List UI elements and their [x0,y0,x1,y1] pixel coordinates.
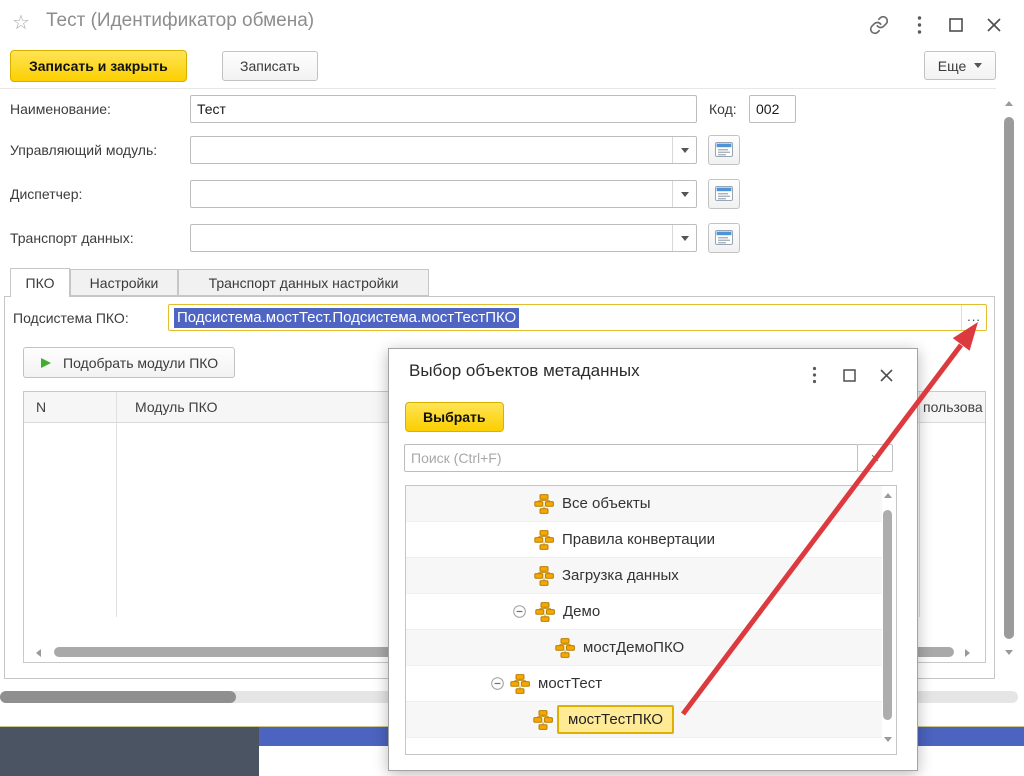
vscroll-up-arrow[interactable] [1005,101,1013,106]
subsystem-icon [510,674,530,694]
more-button[interactable]: Еще [924,51,996,80]
column-separator [116,392,117,617]
chevron-down-icon [680,147,689,153]
tree-item-most-test-pko[interactable]: мостТестПКО [406,702,882,738]
subsystem-field[interactable]: Подсистема.мостТест.Подсистема.мостТестП… [168,304,987,331]
play-icon [41,357,51,368]
tree-scroll-up-arrow[interactable] [884,493,892,498]
module-open-form-button[interactable] [708,135,740,165]
tree-item-demo[interactable]: Демо [406,594,882,630]
search-clear-button[interactable]: × [857,444,893,472]
module-combo-arrow[interactable] [672,137,696,163]
column-header-user[interactable]: пользова [923,392,985,423]
background-dark-panel [0,727,259,776]
subsystem-icon [534,566,554,586]
collapse-icon[interactable] [513,605,527,619]
screen: ☆ Тест (Идентификатор обмена) Записать и… [0,0,1024,776]
tree-vscroll-thumb[interactable] [883,510,892,720]
subsystem-icon [534,530,554,550]
subsystem-icon [533,710,553,730]
transport-combo-arrow[interactable] [672,225,696,251]
select-button[interactable]: Выбрать [405,402,504,432]
transport-open-form-button[interactable] [708,223,740,253]
selected-tree-item[interactable]: мостТестПКО [557,705,675,734]
window-menu-kebab-icon[interactable] [908,14,930,36]
more-button-label: Еще [937,57,967,74]
metadata-tree: Все объекты Правила конвертации Загрузка… [405,485,897,755]
tree-item-all-objects[interactable]: Все объекты [406,486,882,522]
dialog-maximize-icon[interactable] [838,364,860,386]
dialog-close-icon[interactable] [875,364,897,386]
subsystem-label: Подсистема ПКО: [13,310,129,326]
tree-item-most-demo-pko[interactable]: мостДемоПКО [406,630,882,666]
tree-item-conversion-rules[interactable]: Правила конвертации [406,522,882,558]
dialog-title: Выбор объектов метаданных [409,361,640,380]
transport-combo[interactable] [190,224,697,252]
metadata-select-dialog: Выбор объектов метаданных Выбрать × Все … [388,348,918,771]
subsystem-icon [535,602,555,622]
favorite-star-icon[interactable]: ☆ [12,11,30,35]
subsystem-choose-ellipsis-button[interactable]: ... [961,305,986,330]
vscroll-down-arrow[interactable] [1005,650,1013,655]
pick-pko-modules-button[interactable]: Подобрать модули ПКО [23,347,236,378]
chevron-down-icon [974,63,983,68]
subsystem-icon [555,638,575,658]
name-input[interactable] [190,95,697,123]
module-label: Управляющий модуль: [10,142,158,158]
tab-transport-settings[interactable]: Транспорт данных настройки [178,269,429,296]
transport-label: Транспорт данных: [10,230,134,246]
page-title: Тест (Идентификатор обмена) [46,10,315,31]
subsystem-icon [534,494,554,514]
tree-item-data-load[interactable]: Загрузка данных [406,558,882,594]
tree-item-most-test[interactable]: мостТест [406,666,882,702]
dispatcher-combo[interactable] [190,180,697,208]
module-combo[interactable] [190,136,697,164]
code-label: Код: [709,101,737,117]
dialog-menu-kebab-icon[interactable] [803,364,825,386]
maximize-icon[interactable] [945,14,967,36]
dispatcher-open-form-button[interactable] [708,179,740,209]
table-scroll-right-arrow[interactable] [965,649,970,657]
name-label: Наименование: [10,101,111,117]
tab-settings[interactable]: Настройки [70,269,178,296]
dispatcher-label: Диспетчер: [10,186,83,202]
tab-pko[interactable]: ПКО [10,268,70,297]
hscroll-thumb[interactable] [0,691,236,703]
close-icon[interactable] [983,14,1005,36]
save-and-close-button[interactable]: Записать и закрыть [10,50,187,82]
chevron-down-icon [680,235,689,241]
toolbar-separator [0,88,996,89]
column-separator [919,392,920,617]
code-input[interactable] [749,95,796,123]
link-icon[interactable] [868,14,890,36]
chevron-down-icon [680,191,689,197]
column-header-n[interactable]: N [36,392,114,423]
collapse-icon[interactable] [491,677,505,691]
subsystem-value-selected-text: Подсистема.мостТест.Подсистема.мостТестП… [174,308,520,328]
table-scroll-left-arrow[interactable] [36,649,41,657]
pick-pko-modules-label: Подобрать модули ПКО [63,354,219,371]
tree-scroll-down-arrow[interactable] [884,737,892,742]
save-button[interactable]: Записать [222,51,318,81]
vscroll-thumb[interactable] [1004,117,1014,639]
dispatcher-combo-arrow[interactable] [672,181,696,207]
search-input[interactable] [404,444,858,472]
